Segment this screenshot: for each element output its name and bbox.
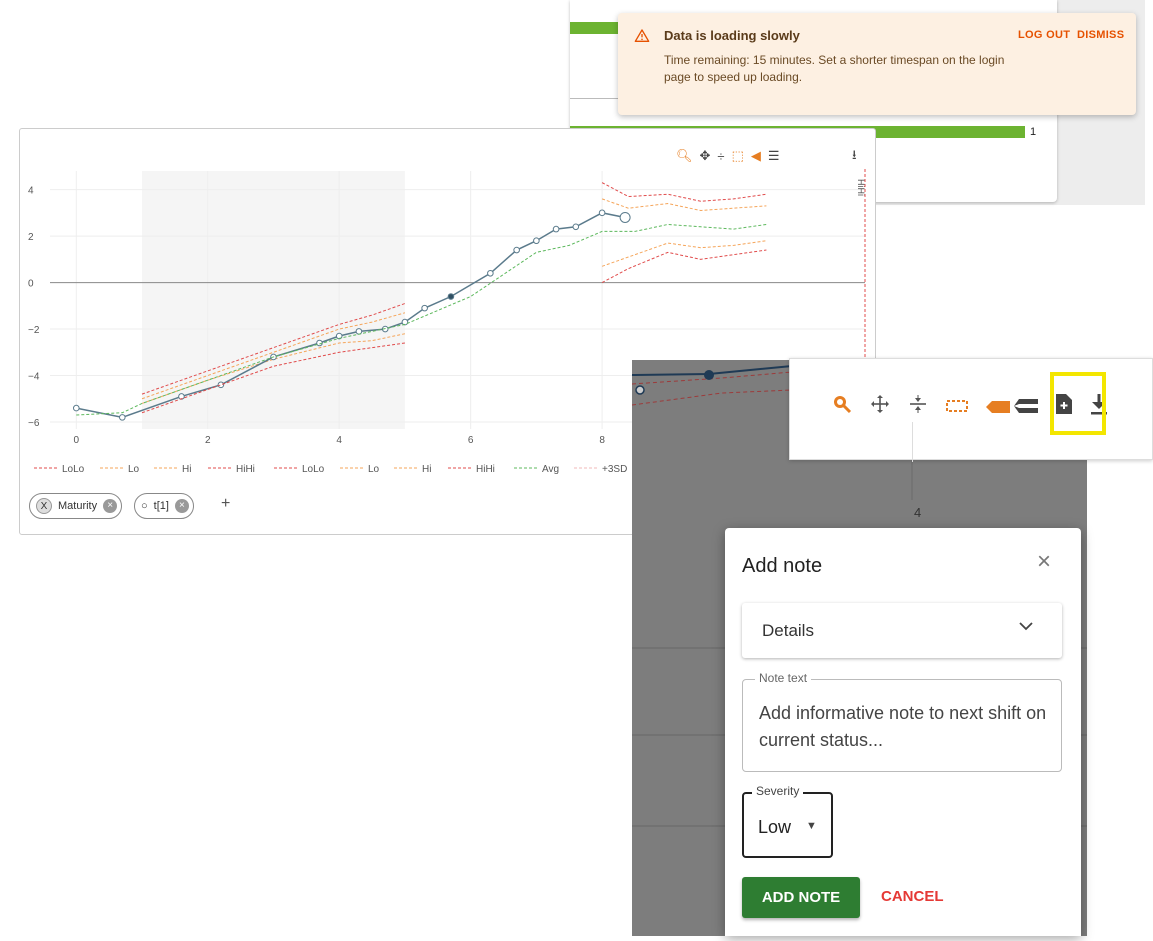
compress-icon[interactable] xyxy=(908,394,928,420)
limit-band-line xyxy=(601,198,767,212)
data-point xyxy=(447,293,455,300)
legend-label: Hi xyxy=(182,464,191,475)
x-tick-label: 0 xyxy=(74,435,80,446)
y-tick-label: −4 xyxy=(28,372,40,383)
data-point xyxy=(513,246,520,254)
chart-toolbar: 🔍︎ ✥ ÷ ⬚ ◀ ☰ xyxy=(676,148,780,164)
y-tick-label: −2 xyxy=(28,325,40,336)
data-point xyxy=(572,223,580,231)
data-point xyxy=(118,414,126,421)
details-label: Details xyxy=(762,621,814,640)
data-point xyxy=(619,211,631,223)
details-dropdown[interactable]: Details xyxy=(742,603,1062,658)
x-tick-label: 6 xyxy=(468,435,474,446)
highlight-box xyxy=(1050,372,1106,435)
series-line-lolo xyxy=(601,249,767,284)
shaded-region xyxy=(142,171,405,429)
legend-label: Avg xyxy=(542,464,559,475)
dialog-title: Add note xyxy=(742,555,823,577)
slow-loading-toast: Data is loading slowly Time remaining: 1… xyxy=(618,13,1136,115)
backdrop-axis-tick: 4 xyxy=(914,505,922,520)
logout-button[interactable]: LOG OUT xyxy=(1018,29,1070,41)
background-bar-count: 1 xyxy=(1030,126,1037,138)
dismiss-button[interactable]: DISMISS xyxy=(1077,29,1124,41)
pan-icon[interactable]: ✥ xyxy=(700,148,711,164)
stack-icon[interactable] xyxy=(1014,396,1038,419)
pan-icon[interactable] xyxy=(870,394,890,420)
y-tick-label: 0 xyxy=(28,279,34,290)
legend-label: LoLo xyxy=(302,464,325,475)
compress-icon[interactable]: ÷ xyxy=(717,149,724,164)
note-text-placeholder: Add informative note to next shift on cu… xyxy=(759,703,1047,750)
chevron-down-icon xyxy=(1019,618,1033,636)
background-bar-top xyxy=(570,22,620,34)
stack-icon[interactable]: ☰ xyxy=(768,148,780,164)
y-tick-label: 4 xyxy=(28,186,34,197)
legend-label: Hi xyxy=(422,464,431,475)
legend-label: HiHi xyxy=(476,464,495,475)
data-point xyxy=(72,404,80,412)
legend-label: Lo xyxy=(128,464,140,475)
page-whitespace xyxy=(1087,410,1153,936)
chip-t1-lead: ○ xyxy=(141,500,148,512)
chip-maturity[interactable]: X Maturity × xyxy=(29,493,123,519)
cancel-button[interactable]: CANCEL xyxy=(881,888,944,905)
toast-message: Time remaining: 15 minutes. Set a shorte… xyxy=(664,53,1005,84)
note-text-label: Note text xyxy=(755,671,812,685)
legend-label: LoLo xyxy=(62,464,85,475)
chip-remove-icon[interactable]: × xyxy=(103,499,118,513)
series-line-hihi xyxy=(601,182,767,202)
download-icon[interactable]: ⭳ xyxy=(852,146,857,168)
legend-label: HiHi xyxy=(236,464,255,475)
side-label: HiHi xyxy=(856,179,866,196)
note-text-field[interactable]: Note text Add informative note to next s… xyxy=(742,671,1062,772)
zoom-icon[interactable] xyxy=(832,394,852,420)
y-tick-label: −6 xyxy=(28,418,40,429)
chip-maturity-lead: X xyxy=(36,498,52,514)
add-note-dialog: Add note × Details Note text Add informa… xyxy=(725,528,1081,936)
chip-t1[interactable]: ○ t[1] × xyxy=(134,493,194,519)
zoom-icon[interactable]: 🔍︎ xyxy=(676,148,693,164)
caret-down-icon: ▼ xyxy=(806,820,817,832)
data-point xyxy=(487,269,494,277)
data-point xyxy=(217,381,225,389)
select-icon[interactable] xyxy=(946,396,968,419)
data-point xyxy=(421,304,428,312)
select-icon[interactable]: ⬚ xyxy=(732,148,744,164)
x-tick-label: 8 xyxy=(599,435,605,446)
warning-icon xyxy=(634,29,650,42)
add-chip-button[interactable]: + xyxy=(221,495,230,513)
data-point xyxy=(552,225,560,233)
severity-value: Low xyxy=(758,817,792,837)
legend-label: +3SD xyxy=(602,464,627,475)
x-tick-label: 2 xyxy=(205,435,211,446)
severity-select[interactable]: Severity Low ▼ xyxy=(742,784,833,858)
chip-maturity-label: Maturity xyxy=(58,500,98,512)
data-point xyxy=(533,237,540,245)
toast-title: Data is loading slowly xyxy=(664,28,800,43)
legend-label: Lo xyxy=(368,464,380,475)
tag-icon[interactable] xyxy=(986,396,1010,419)
toolbar-divider xyxy=(912,422,913,462)
chip-t1-label: t[1] xyxy=(153,500,169,512)
chip-remove-icon[interactable]: × xyxy=(174,499,189,513)
add-note-button[interactable]: ADD NOTE xyxy=(742,877,860,918)
x-tick-label: 4 xyxy=(336,435,342,446)
severity-label: Severity xyxy=(752,784,804,798)
tag-icon[interactable]: ◀ xyxy=(751,148,761,164)
y-tick-label: 2 xyxy=(28,232,34,243)
close-icon[interactable]: × xyxy=(1037,548,1051,576)
data-point xyxy=(598,209,606,217)
